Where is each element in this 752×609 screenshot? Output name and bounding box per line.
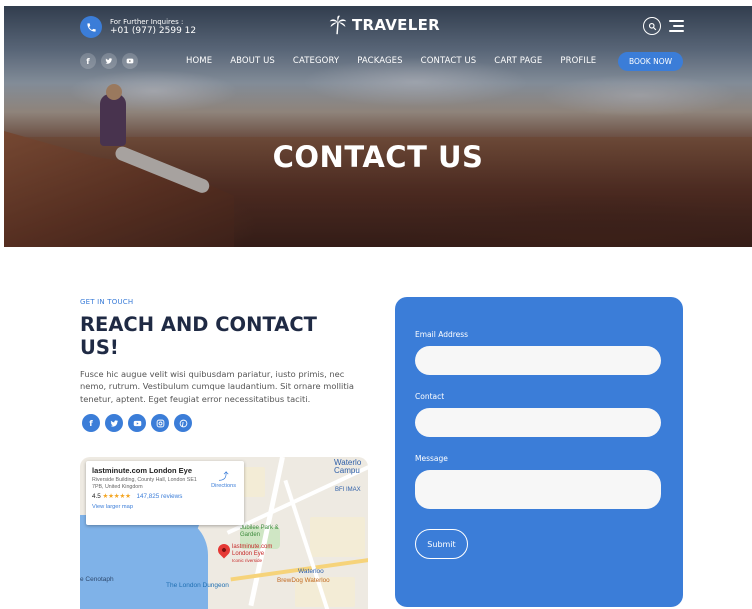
map-label-pin-sub: Iconic riverside <box>232 558 263 563</box>
page-title: CONTACT US <box>272 140 484 174</box>
map-label-brewdog: BrewDog Waterloo <box>277 577 330 584</box>
nav-about-us[interactable]: ABOUT US <box>230 56 275 66</box>
map-rating: 4.5 ★★★★★ 147,825 reviews <box>92 492 183 500</box>
map-label-pin: lastminute.com London Eye <box>232 544 273 557</box>
logo-text: TRAVELER <box>352 16 440 34</box>
contact-socials: f <box>82 414 192 432</box>
instagram-icon[interactable] <box>151 414 169 432</box>
nav-contact-us[interactable]: CONTACT US <box>421 56 477 66</box>
map-label-jubilee: Jubilee Park & Garden <box>240 525 279 538</box>
header-actions <box>643 17 684 35</box>
nav-home[interactable]: HOME <box>186 56 212 66</box>
map-block <box>310 517 365 557</box>
map-label-waterloo: Waterloo <box>298 568 324 575</box>
map-label-bfi-imax: BFI IMAX <box>335 487 361 493</box>
contact-label: Contact <box>415 392 445 401</box>
contact-field[interactable] <box>415 408 661 437</box>
contact-form: Email Address Contact Message Submit <box>395 297 683 607</box>
map-info-card: lastminute.com London Eye Riverside Buil… <box>86 461 244 525</box>
site-logo[interactable]: TRAVELER <box>327 14 440 36</box>
search-icon <box>648 22 656 30</box>
star-icons: ★★★★★ <box>102 492 131 500</box>
contact-phone[interactable]: +01 (977) 2599 12 <box>110 26 196 36</box>
map-label-cenotaph: e Cenotaph <box>80 576 114 583</box>
map-label-dungeon: The London Dungeon <box>166 582 229 589</box>
email-field[interactable] <box>415 346 661 375</box>
message-label: Message <box>415 454 448 463</box>
nav-packages[interactable]: PACKAGES <box>357 56 402 66</box>
header-contact: For Further Inquires : +01 (977) 2599 12 <box>80 16 196 38</box>
section-eyebrow: GET IN TOUCH <box>80 298 134 306</box>
map-address: Riverside Building, County Hall, London … <box>92 477 197 490</box>
facebook-icon[interactable]: f <box>80 53 96 69</box>
contact-label: For Further Inquires : <box>110 17 184 26</box>
directions-button[interactable]: ⤴ Directions <box>211 468 236 489</box>
hero-overlay <box>4 6 752 247</box>
location-map[interactable]: Waterlo Campu BFI IMAX Jubilee Park & Ga… <box>80 457 368 609</box>
map-pin-icon[interactable] <box>215 541 233 559</box>
main-nav: HOME ABOUT US CATEGORY PACKAGES CONTACT … <box>186 56 614 66</box>
section-paragraph: Fusce hic augue velit wisi quibusdam par… <box>80 369 355 404</box>
menu-icon[interactable] <box>669 20 684 32</box>
message-field[interactable] <box>415 470 661 509</box>
view-larger-map-link[interactable]: View larger map <box>92 504 238 510</box>
twitter-icon[interactable] <box>101 53 117 69</box>
nav-profile[interactable]: PROFILE <box>560 56 596 66</box>
twitter-icon[interactable] <box>105 414 123 432</box>
phone-icon <box>80 16 102 38</box>
map-river <box>80 515 208 609</box>
submit-button[interactable]: Submit <box>415 529 468 559</box>
youtube-icon[interactable] <box>122 53 138 69</box>
book-now-button[interactable]: BOOK NOW <box>618 52 683 71</box>
palm-tree-icon <box>329 15 347 35</box>
pinterest-icon[interactable] <box>174 414 192 432</box>
hero-banner <box>4 6 752 247</box>
youtube-icon[interactable] <box>128 414 146 432</box>
map-reviews-link[interactable]: 147,825 reviews <box>137 493 183 500</box>
map-label-waterloo-campus: Waterlo Campu <box>334 458 362 476</box>
directions-icon: ⤴ <box>218 472 229 483</box>
nav-category[interactable]: CATEGORY <box>293 56 339 66</box>
search-button[interactable] <box>643 17 661 35</box>
section-heading: REACH AND CONTACT US! <box>80 313 317 360</box>
header-socials: f <box>80 53 138 69</box>
nav-cart-page[interactable]: CART PAGE <box>494 56 542 66</box>
facebook-icon[interactable]: f <box>82 414 100 432</box>
email-label: Email Address <box>415 330 469 339</box>
